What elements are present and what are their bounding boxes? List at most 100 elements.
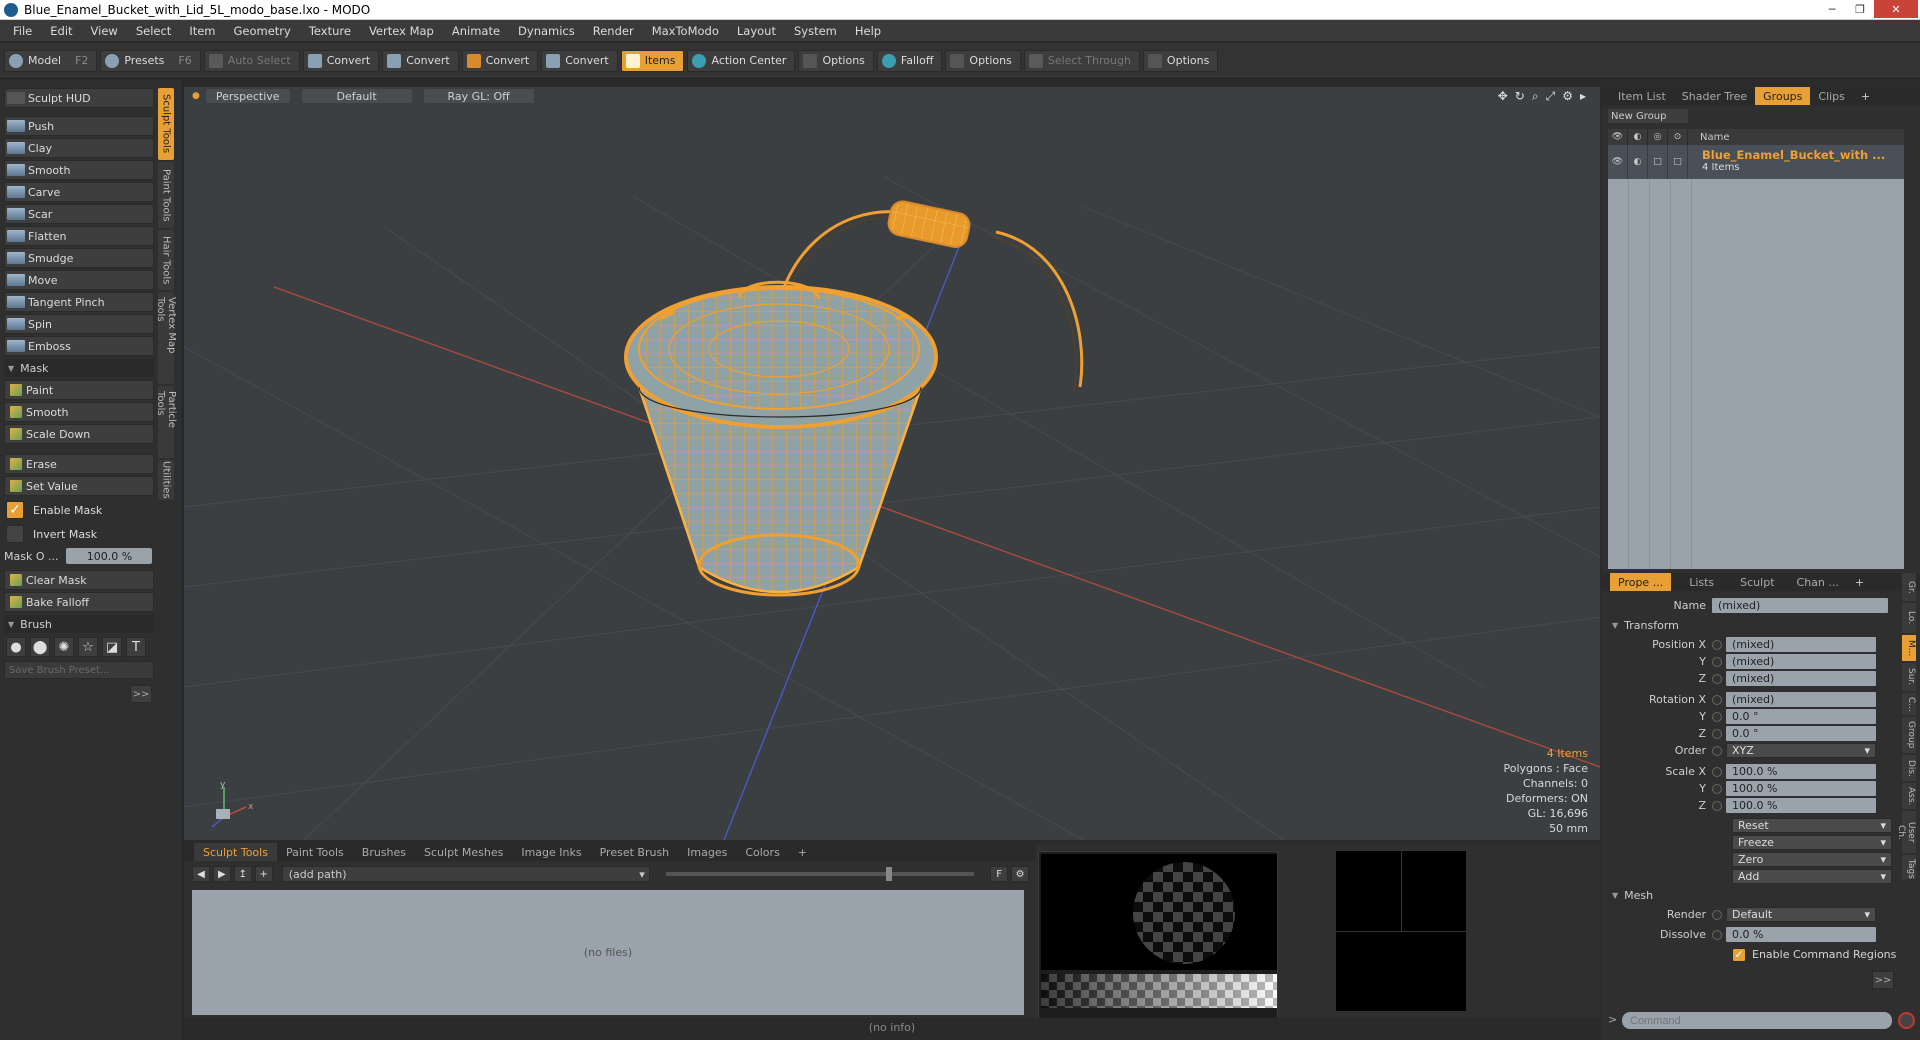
scale-z-field[interactable]: 100.0 % — [1726, 798, 1876, 813]
animate-dot-icon[interactable] — [1712, 728, 1722, 739]
sculpt-hud-button[interactable]: Sculpt HUD — [4, 88, 154, 108]
convert-edges-button[interactable]: Convert — [382, 49, 459, 72]
3d-viewport[interactable]: y x ● Perspective Default Ray GL: Off ✥ … — [184, 87, 1600, 840]
mask-section-header[interactable]: ▼ Mask — [4, 359, 154, 377]
visibility-eye-icon[interactable]: 👁 — [1608, 145, 1628, 179]
name-field[interactable]: (mixed) — [1712, 598, 1888, 613]
tool-flatten[interactable]: Flatten — [4, 226, 154, 246]
render-dropdown[interactable]: Default ▾ — [1726, 907, 1876, 922]
rotation-x-field[interactable]: (mixed) — [1726, 692, 1876, 707]
menu-select[interactable]: Select — [127, 24, 180, 38]
enable-command-regions-checkbox[interactable]: ✓ — [1732, 947, 1746, 962]
tab-locator[interactable]: Lo. — [1902, 603, 1916, 633]
mesh-section[interactable]: ▼ Mesh — [1602, 886, 1920, 904]
back-arrow-icon[interactable]: ◀ — [192, 866, 210, 882]
select-through-button[interactable]: Select Through — [1023, 49, 1140, 72]
animate-dot-icon[interactable] — [1712, 800, 1722, 811]
tool-carve[interactable]: Carve — [4, 182, 154, 202]
convert-polygons-button[interactable]: Convert — [461, 49, 539, 72]
lock-icon[interactable]: ◐ — [1628, 145, 1648, 179]
tab-user-channels[interactable]: User Ch. — [1896, 811, 1916, 853]
mask-opacity-field[interactable]: 100.0 % — [66, 548, 153, 564]
tab-paint-tools[interactable]: Paint Tools — [158, 162, 174, 228]
visibility-eye-icon[interactable]: 👁 — [1608, 129, 1628, 145]
position-z-field[interactable]: (mixed) — [1726, 671, 1876, 686]
tab-colors[interactable]: Colors — [736, 843, 788, 861]
tab-paint-tools[interactable]: Paint Tools — [277, 843, 353, 861]
pan-icon[interactable]: ✥ — [1498, 89, 1508, 104]
select-checkbox[interactable]: □ — [1668, 145, 1688, 179]
maximize-button[interactable]: ❐ — [1846, 0, 1874, 18]
menu-maxtomodo[interactable]: MaxToModo — [643, 24, 728, 38]
menu-help[interactable]: Help — [846, 24, 890, 38]
transform-section[interactable]: ▼ Transform — [1602, 616, 1920, 634]
tool-smudge[interactable]: Smudge — [4, 248, 154, 268]
scale-y-field[interactable]: 100.0 % — [1726, 781, 1876, 796]
menu-render[interactable]: Render — [584, 24, 643, 38]
tab-assembly[interactable]: Ass. — [1902, 783, 1916, 809]
rotation-z-field[interactable]: 0.0 ° — [1726, 726, 1876, 741]
convert-materials-button[interactable]: Convert — [541, 49, 618, 72]
more-button[interactable]: >> — [1872, 971, 1894, 989]
slider-knob[interactable] — [885, 867, 892, 881]
reset-dropdown[interactable]: Reset ▾ — [1732, 818, 1892, 833]
tool-emboss[interactable]: Emboss — [4, 336, 154, 356]
filter-icon[interactable]: F — [990, 866, 1009, 882]
table-row[interactable]: 👁 ◐ □ □ Blue_Enamel_Bucket_with ... 4 It… — [1608, 145, 1904, 179]
up-folder-icon[interactable]: ↥ — [233, 866, 252, 882]
path-dropdown[interactable]: (add path) ▾ — [281, 866, 650, 882]
tab-properties[interactable]: Prope ... — [1610, 573, 1672, 591]
new-group-button[interactable]: New Group — [1608, 109, 1688, 123]
menu-file[interactable]: File — [4, 24, 41, 38]
settings-gear-icon[interactable]: ⚙ — [1562, 89, 1573, 104]
animate-dot-icon[interactable] — [1712, 656, 1722, 667]
text-brush-icon[interactable]: T — [126, 637, 146, 657]
tab-shader-tree[interactable]: Shader Tree — [1674, 87, 1755, 105]
enable-mask-checkbox[interactable]: ✓ — [6, 501, 24, 519]
save-brush-preset-button[interactable]: Save Brush Preset... — [4, 661, 154, 679]
play-arrow-icon[interactable]: ▸ — [1580, 89, 1586, 104]
menu-view[interactable]: View — [82, 24, 127, 38]
star-brush-icon[interactable]: ☆ — [78, 637, 98, 657]
thumbnail-size-slider[interactable] — [665, 867, 975, 881]
bake-falloff-button[interactable]: Bake Falloff — [4, 592, 154, 612]
rotate-icon[interactable]: ↻ — [1515, 89, 1525, 104]
tab-item-list[interactable]: Item List — [1610, 87, 1674, 105]
invert-mask-checkbox[interactable] — [6, 525, 24, 543]
menu-edit[interactable]: Edit — [41, 24, 81, 38]
raygl-toggle[interactable]: Ray GL: Off — [423, 89, 534, 103]
settings-gear-icon[interactable]: ⚙ — [1011, 866, 1030, 882]
animate-dot-icon[interactable] — [1712, 673, 1722, 684]
presets-button[interactable]: Presets F6 — [100, 49, 201, 72]
menu-item[interactable]: Item — [180, 24, 224, 38]
set-value-button[interactable]: Set Value — [4, 476, 154, 496]
zoom-icon[interactable]: ⌕ — [1532, 89, 1539, 104]
zero-dropdown[interactable]: Zero ▾ — [1732, 852, 1892, 867]
animate-dot-icon[interactable] — [1712, 745, 1722, 756]
tab-sculpt-meshes[interactable]: Sculpt Meshes — [415, 843, 512, 861]
rotation-y-field[interactable]: 0.0 ° — [1726, 709, 1876, 724]
tab-display[interactable]: Dis. — [1902, 755, 1916, 781]
tab-group[interactable]: Gr. — [1902, 573, 1916, 601]
tab-images[interactable]: Images — [678, 843, 736, 861]
tab-channels[interactable]: Chan ... — [1789, 573, 1847, 591]
convert-vertices-button[interactable]: Convert — [302, 49, 380, 72]
mask-paint-button[interactable]: Paint — [4, 380, 154, 400]
freeze-dropdown[interactable]: Freeze ▾ — [1732, 835, 1892, 850]
falloff-button[interactable]: Falloff — [876, 49, 943, 72]
position-y-field[interactable]: (mixed) — [1726, 654, 1876, 669]
select-icon[interactable]: ⊙ — [1668, 129, 1688, 145]
tool-smooth[interactable]: Smooth — [4, 160, 154, 180]
tab-preset-brush[interactable]: Preset Brush — [591, 843, 679, 861]
dissolve-field[interactable]: 0.0 % — [1726, 927, 1876, 942]
tab-sculpt-tools[interactable]: Sculpt Tools — [194, 843, 277, 861]
tab-group-2[interactable]: Group — [1902, 717, 1916, 753]
hard-brush-icon[interactable]: ⬤ — [30, 637, 50, 657]
clear-mask-button[interactable]: Clear Mask — [4, 570, 154, 590]
close-button[interactable]: ✕ — [1874, 0, 1918, 18]
items-mode-button[interactable]: Items — [620, 49, 685, 72]
options-button-1[interactable]: Options — [798, 49, 874, 72]
render-icon[interactable]: ◎ — [1648, 129, 1668, 145]
lock-icon[interactable]: ◐ — [1628, 129, 1648, 145]
tool-move[interactable]: Move — [4, 270, 154, 290]
